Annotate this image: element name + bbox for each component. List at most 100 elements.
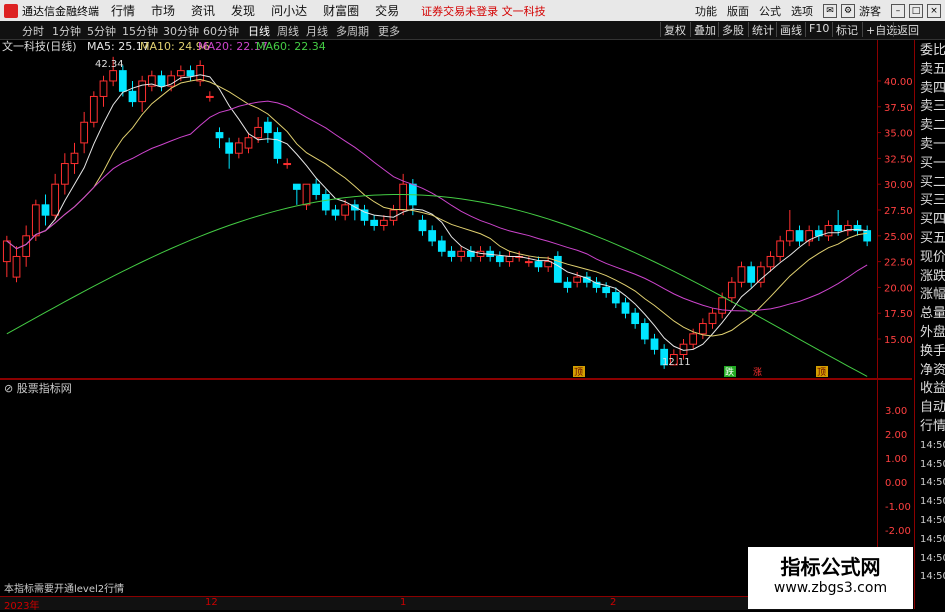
candle-body[interactable] [863, 230, 872, 242]
candle-body[interactable] [12, 255, 21, 278]
collapse-icon[interactable]: ⊘ [4, 382, 17, 395]
candle-body[interactable] [196, 64, 205, 82]
menu-market[interactable]: 市场 [151, 2, 175, 19]
menu-formula[interactable]: 公式 [759, 3, 781, 19]
settings-icon[interactable]: ⚙ [841, 3, 855, 18]
candle-body[interactable] [776, 240, 785, 257]
candle-body[interactable] [138, 80, 147, 103]
candle-body[interactable] [128, 90, 137, 103]
candle-body[interactable] [737, 266, 746, 283]
btn-multi-stock[interactable]: 多股 [718, 22, 747, 37]
candle-body[interactable] [621, 302, 630, 314]
menu-wealth[interactable]: 财富圈 [323, 2, 359, 19]
menu-news[interactable]: 资讯 [191, 2, 215, 19]
candle-body[interactable] [756, 266, 765, 283]
candle-body[interactable] [785, 230, 794, 242]
candle-body[interactable] [524, 261, 533, 264]
candle-body[interactable] [225, 142, 234, 154]
candle-body[interactable] [31, 204, 40, 237]
candle-body[interactable] [302, 183, 311, 206]
candle-body[interactable] [234, 142, 243, 154]
tab-monthly[interactable]: 月线 [306, 23, 328, 39]
candle-body[interactable] [834, 224, 843, 232]
btn-back[interactable]: 返回 [893, 22, 922, 37]
candle-body[interactable] [205, 95, 214, 98]
menu-discover[interactable]: 发现 [231, 2, 255, 19]
candle-body[interactable] [698, 323, 707, 335]
candle-body[interactable] [563, 281, 572, 288]
candle-body[interactable] [2, 240, 11, 263]
tab-multi-period[interactable]: 多周期 [336, 23, 369, 39]
btn-f10[interactable]: F10 [805, 22, 832, 37]
menu-ask[interactable]: 问小达 [271, 2, 307, 19]
btn-adjust[interactable]: 复权 [660, 22, 689, 37]
candle-body[interactable] [157, 75, 166, 87]
btn-overlay[interactable]: 叠加 [690, 22, 719, 37]
tab-15min[interactable]: 15分钟 [122, 23, 158, 39]
candle-body[interactable] [447, 250, 456, 257]
candle-body[interactable] [273, 132, 282, 159]
candle-body[interactable] [331, 209, 340, 216]
candle-body[interactable] [747, 266, 756, 283]
tab-30min[interactable]: 30分钟 [163, 23, 199, 39]
candle-body[interactable] [689, 333, 698, 345]
mail-icon[interactable]: ✉ [823, 3, 837, 18]
candle-body[interactable] [428, 230, 437, 242]
tab-60min[interactable]: 60分钟 [203, 23, 239, 39]
candle-body[interactable] [118, 70, 127, 92]
tab-more[interactable]: 更多 [378, 23, 400, 39]
candle-body[interactable] [22, 235, 31, 257]
candle-body[interactable] [611, 292, 620, 304]
candle-body[interactable] [89, 95, 98, 123]
candle-body[interactable] [60, 163, 69, 185]
candle-body[interactable] [292, 183, 301, 190]
candle-body[interactable] [254, 126, 263, 139]
candle-body[interactable] [718, 297, 727, 314]
candle-body[interactable] [766, 255, 775, 268]
candle-body[interactable] [80, 121, 89, 144]
candle-body[interactable] [186, 70, 195, 77]
btn-stats[interactable]: 统计 [748, 22, 777, 37]
tab-5min[interactable]: 5分钟 [87, 23, 116, 39]
candle-body[interactable] [341, 204, 350, 216]
candle-body[interactable] [573, 276, 582, 283]
candle-body[interactable] [41, 204, 50, 216]
menu-layout[interactable]: 版面 [727, 3, 749, 19]
menu-trade[interactable]: 交易 [375, 2, 399, 19]
candle-body[interactable] [418, 219, 427, 232]
candle-body[interactable] [602, 286, 611, 294]
menu-options[interactable]: 选项 [791, 3, 813, 19]
candle-body[interactable] [321, 194, 330, 211]
candle-body[interactable] [795, 230, 804, 242]
candle-body[interactable] [283, 163, 292, 166]
tab-daily[interactable]: 日线 [248, 23, 270, 39]
candle-body[interactable] [437, 240, 446, 252]
candle-body[interactable] [650, 338, 659, 350]
tab-1min[interactable]: 1分钟 [52, 23, 81, 39]
candle-body[interactable] [399, 183, 408, 211]
close-icon[interactable]: × [927, 3, 941, 18]
candle-body[interactable] [534, 261, 543, 268]
candle-body[interactable] [244, 137, 253, 149]
candle-body[interactable] [70, 152, 79, 165]
minimize-icon[interactable]: – [891, 3, 905, 18]
menu-function[interactable]: 功能 [695, 3, 717, 19]
btn-draw[interactable]: 画线 [776, 22, 805, 37]
tab-timeshare[interactable]: 分时 [22, 23, 44, 39]
candle-body[interactable] [708, 312, 717, 325]
kline-chart[interactable]: 40.00 37.50 35.00 32.50 30.00 27.50 25.00 22.50… [0, 40, 912, 378]
candle-body[interactable] [370, 219, 379, 226]
maximize-icon[interactable]: □ [909, 3, 923, 18]
candle-body[interactable] [176, 70, 185, 77]
candle-body[interactable] [640, 323, 649, 340]
candle-body[interactable] [824, 224, 833, 237]
candle-body[interactable] [389, 209, 398, 221]
candle-body[interactable] [495, 255, 504, 263]
candle-body[interactable] [727, 281, 736, 299]
menu-quotes[interactable]: 行情 [111, 2, 135, 19]
guest-label[interactable]: 游客 [859, 3, 881, 19]
candle-body[interactable] [215, 132, 224, 139]
candle-body[interactable] [263, 121, 272, 134]
candle-body[interactable] [109, 70, 118, 82]
candle-body[interactable] [379, 219, 388, 226]
